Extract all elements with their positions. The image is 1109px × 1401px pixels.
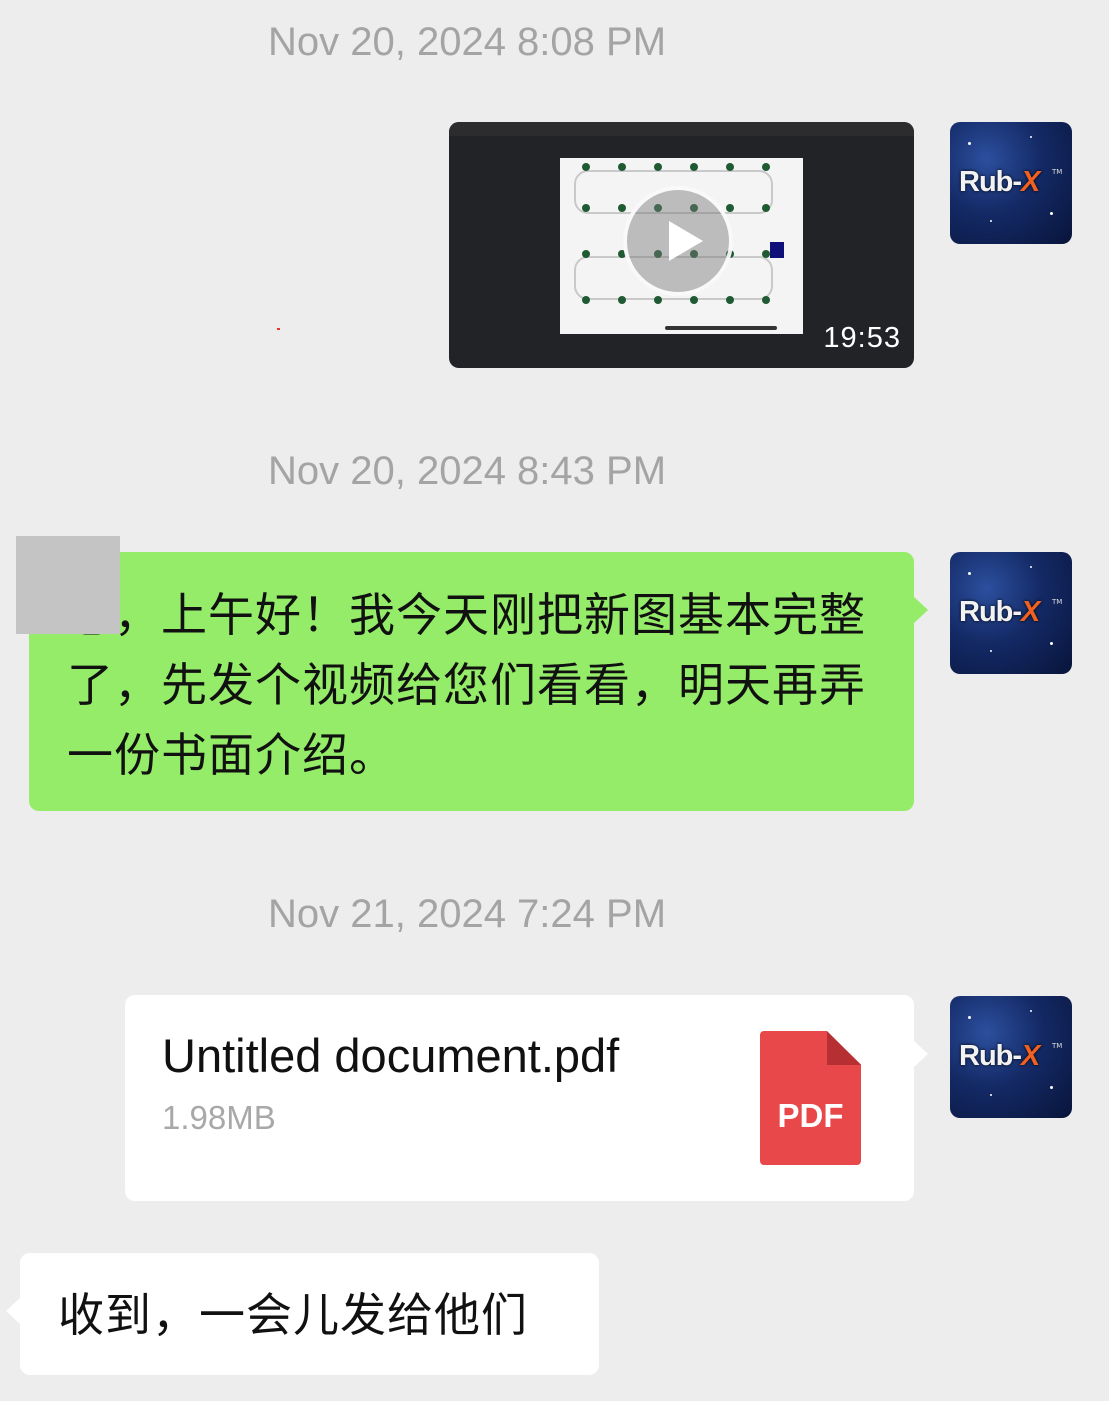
avatar[interactable]: Rub-X TM: [950, 552, 1072, 674]
stray-mark: [277, 328, 280, 330]
file-message[interactable]: Untitled document.pdf 1.98MB PDF: [125, 995, 928, 1201]
video-message[interactable]: 19:53: [449, 122, 914, 368]
message-text: 收到，一会儿发给他们: [58, 1288, 528, 1342]
avatar-logo: Rub-X: [959, 1040, 1040, 1072]
pdf-icon-fold: [827, 1031, 861, 1065]
timestamp: Nov 20, 2024 8:08 PM: [267, 20, 667, 64]
my-message-bubble[interactable]: 总，上午好！我今天刚把新图基本完整了，先发个视频给您们看看，明天再弄一份书面介绍…: [29, 552, 928, 811]
video-scrubber: [665, 326, 777, 330]
play-icon[interactable]: [623, 186, 733, 296]
timestamp: Nov 20, 2024 8:43 PM: [267, 449, 667, 493]
redacted-block: [16, 536, 120, 634]
file-name: Untitled document.pdf: [162, 1029, 620, 1082]
video-duration: 19:53: [823, 322, 901, 354]
incoming-message-bubble[interactable]: 收到，一会儿发给他们: [6, 1253, 599, 1375]
video-thumbnail-topbar: [449, 122, 914, 136]
timestamp: Nov 21, 2024 7:24 PM: [267, 892, 667, 936]
file-size: 1.98MB: [162, 1099, 276, 1136]
avatar[interactable]: Rub-X TM: [950, 996, 1072, 1118]
avatar[interactable]: Rub-X TM: [950, 122, 1072, 244]
avatar-logo: Rub-X: [959, 166, 1040, 198]
message-text: 总，上午好！我今天刚把新图基本完整了，先发个视频给您们看看，明天再弄一份书面介绍…: [67, 588, 866, 782]
avatar-logo: Rub-X: [959, 596, 1040, 628]
